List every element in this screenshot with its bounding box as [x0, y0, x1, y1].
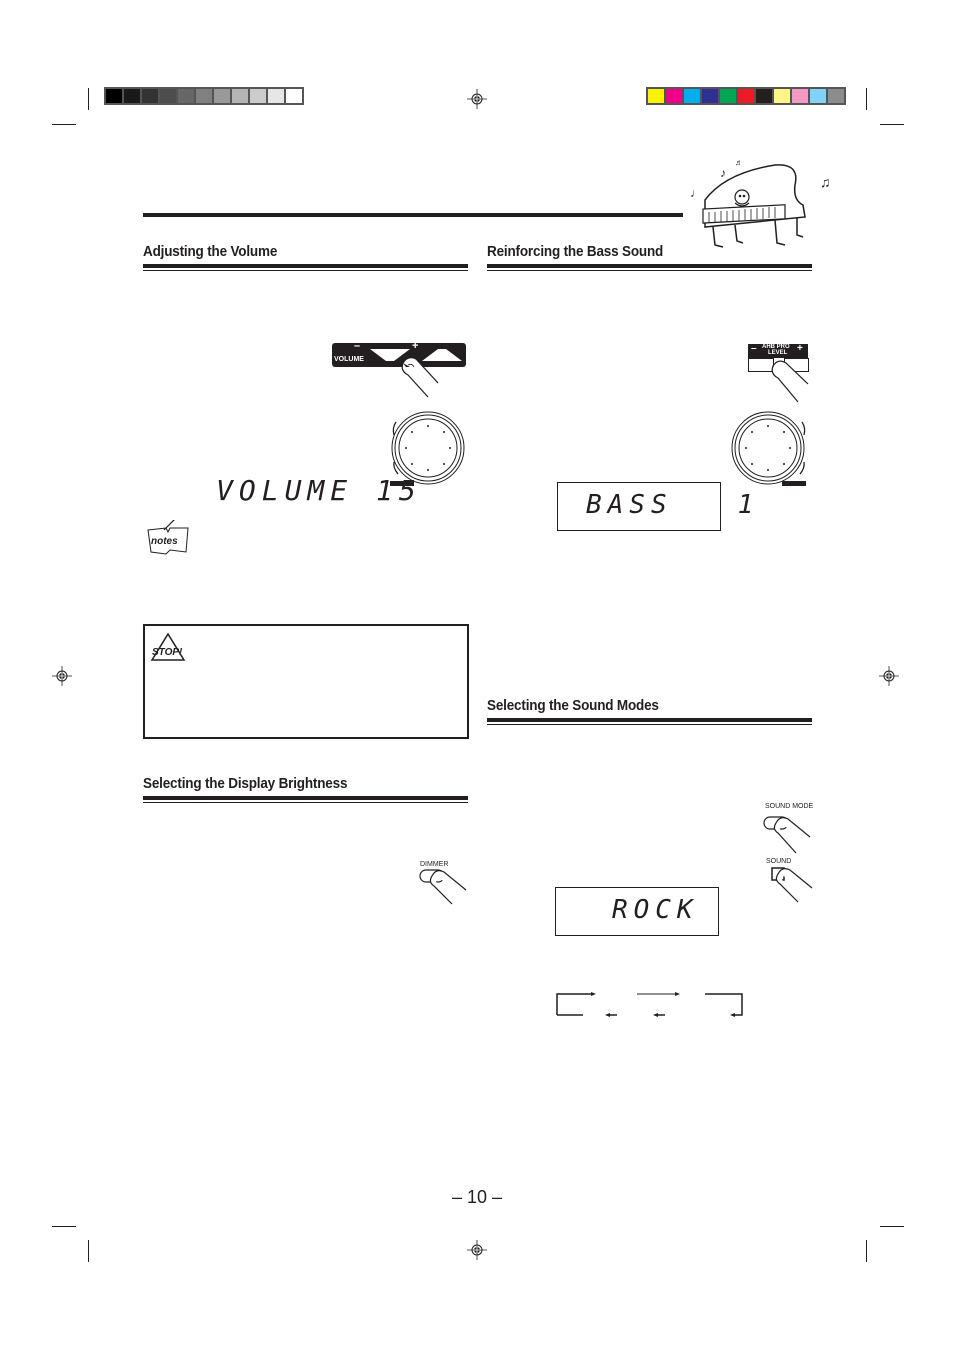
volume-display-readout: VOLUME 15 — [216, 474, 422, 507]
sound-mode-label-text: SOUND MODE — [765, 803, 814, 810]
sound-mode-button-label: SOUND MODE — [765, 803, 813, 810]
crop-mark — [88, 1240, 89, 1262]
calibration-swatch — [792, 89, 808, 103]
heading-rule — [143, 802, 468, 803]
calibration-swatch — [648, 89, 664, 103]
sound-remote-button[interactable] — [770, 866, 815, 904]
registration-mark-icon — [467, 89, 487, 109]
calibration-swatch — [142, 89, 158, 103]
sound-mode-display-readout: ROCK — [612, 895, 699, 925]
registration-mark-icon — [879, 666, 899, 686]
section-title-sound-modes: Selecting the Sound Modes — [487, 697, 659, 714]
section-title-bass: Reinforcing the Bass Sound — [487, 243, 664, 260]
crop-mark — [52, 1226, 76, 1227]
dimmer-button[interactable] — [418, 868, 468, 906]
calibration-swatch — [738, 89, 754, 103]
ahb-bottom-label: LEVEL — [768, 350, 788, 356]
calibration-swatch — [250, 89, 266, 103]
arrow-left-icon — [605, 1013, 610, 1017]
ahb-plus-label: + — [797, 343, 803, 354]
heading-rule — [143, 270, 468, 271]
notes-icon: notes — [147, 520, 189, 555]
ahb-pro-level-button-panel[interactable]: – AHB PRO LEVEL + — [748, 343, 808, 358]
calibration-swatch — [774, 89, 790, 103]
calibration-swatch — [720, 89, 736, 103]
grayscale-calibration-bar — [104, 87, 304, 105]
calibration-swatch — [286, 89, 302, 103]
svg-text:♩: ♩ — [690, 186, 702, 200]
calibration-swatch — [106, 89, 122, 103]
sound-mode-button[interactable] — [762, 815, 812, 855]
crop-mark — [88, 88, 89, 110]
crop-mark — [880, 124, 904, 125]
calibration-swatch — [124, 89, 140, 103]
calibration-swatch — [702, 89, 718, 103]
sound-mode-display: ROCK — [555, 887, 719, 936]
svg-text:♪: ♪ — [720, 166, 726, 180]
registration-mark-icon — [52, 666, 72, 686]
calibration-swatch — [232, 89, 248, 103]
ahb-minus-label: – — [751, 343, 757, 354]
svg-text:♬: ♬ — [735, 158, 743, 167]
crop-mark — [866, 1240, 867, 1262]
calibration-swatch — [268, 89, 284, 103]
bass-display-readout: BASS 1 — [586, 490, 760, 520]
calibration-swatch — [214, 89, 230, 103]
finger-press-icon — [401, 357, 439, 398]
calibration-swatch — [160, 89, 176, 103]
heading-rule — [487, 264, 812, 268]
ahb-pro-knob[interactable] — [730, 410, 810, 490]
calibration-swatch — [666, 89, 682, 103]
calibration-swatch — [196, 89, 212, 103]
crop-mark — [880, 1226, 904, 1227]
dimmer-button-label: DIMMER — [420, 861, 449, 868]
stop-icon-label: STOP! — [152, 647, 183, 658]
sound-mode-cycle-diagram — [556, 992, 743, 1017]
volume-minus-label: – — [354, 340, 361, 352]
crop-mark — [866, 88, 867, 110]
heading-rule — [487, 724, 812, 725]
color-calibration-bar — [646, 87, 846, 105]
section-title-volume: Adjusting the Volume — [143, 243, 278, 260]
volume-button-label: VOLUME — [334, 356, 364, 363]
heading-rule — [143, 264, 468, 268]
crop-mark — [52, 124, 76, 125]
arrow-left-icon — [730, 1013, 735, 1017]
heading-rule — [487, 270, 812, 271]
arrow-right-icon — [591, 992, 596, 996]
calibration-swatch — [828, 89, 844, 103]
registration-mark-icon — [467, 1240, 487, 1260]
arrow-left-icon — [653, 1013, 658, 1017]
heading-rule — [143, 796, 468, 800]
svg-text:♫: ♫ — [820, 174, 831, 190]
stop-warning-icon: STOP! — [150, 632, 186, 661]
heading-rule — [487, 718, 812, 722]
section-title-brightness: Selecting the Display Brightness — [143, 775, 348, 792]
volume-plus-label: + — [412, 340, 419, 352]
calibration-swatch — [684, 89, 700, 103]
calibration-swatch — [178, 89, 194, 103]
piano-mascot-icon: ♩ ♪ ♫ ♬ — [690, 158, 831, 248]
notes-icon-label: notes — [151, 536, 178, 547]
header-rule — [143, 213, 683, 217]
bass-display: BASS 1 — [557, 482, 753, 531]
sound-remote-button-label: SOUND — [766, 858, 792, 865]
caution-box: STOP! — [143, 624, 469, 739]
finger-press-icon — [771, 360, 809, 403]
calibration-swatch — [756, 89, 772, 103]
arrow-right-icon — [675, 992, 680, 996]
page-number: – 10 – — [452, 1187, 503, 1207]
calibration-swatch — [810, 89, 826, 103]
